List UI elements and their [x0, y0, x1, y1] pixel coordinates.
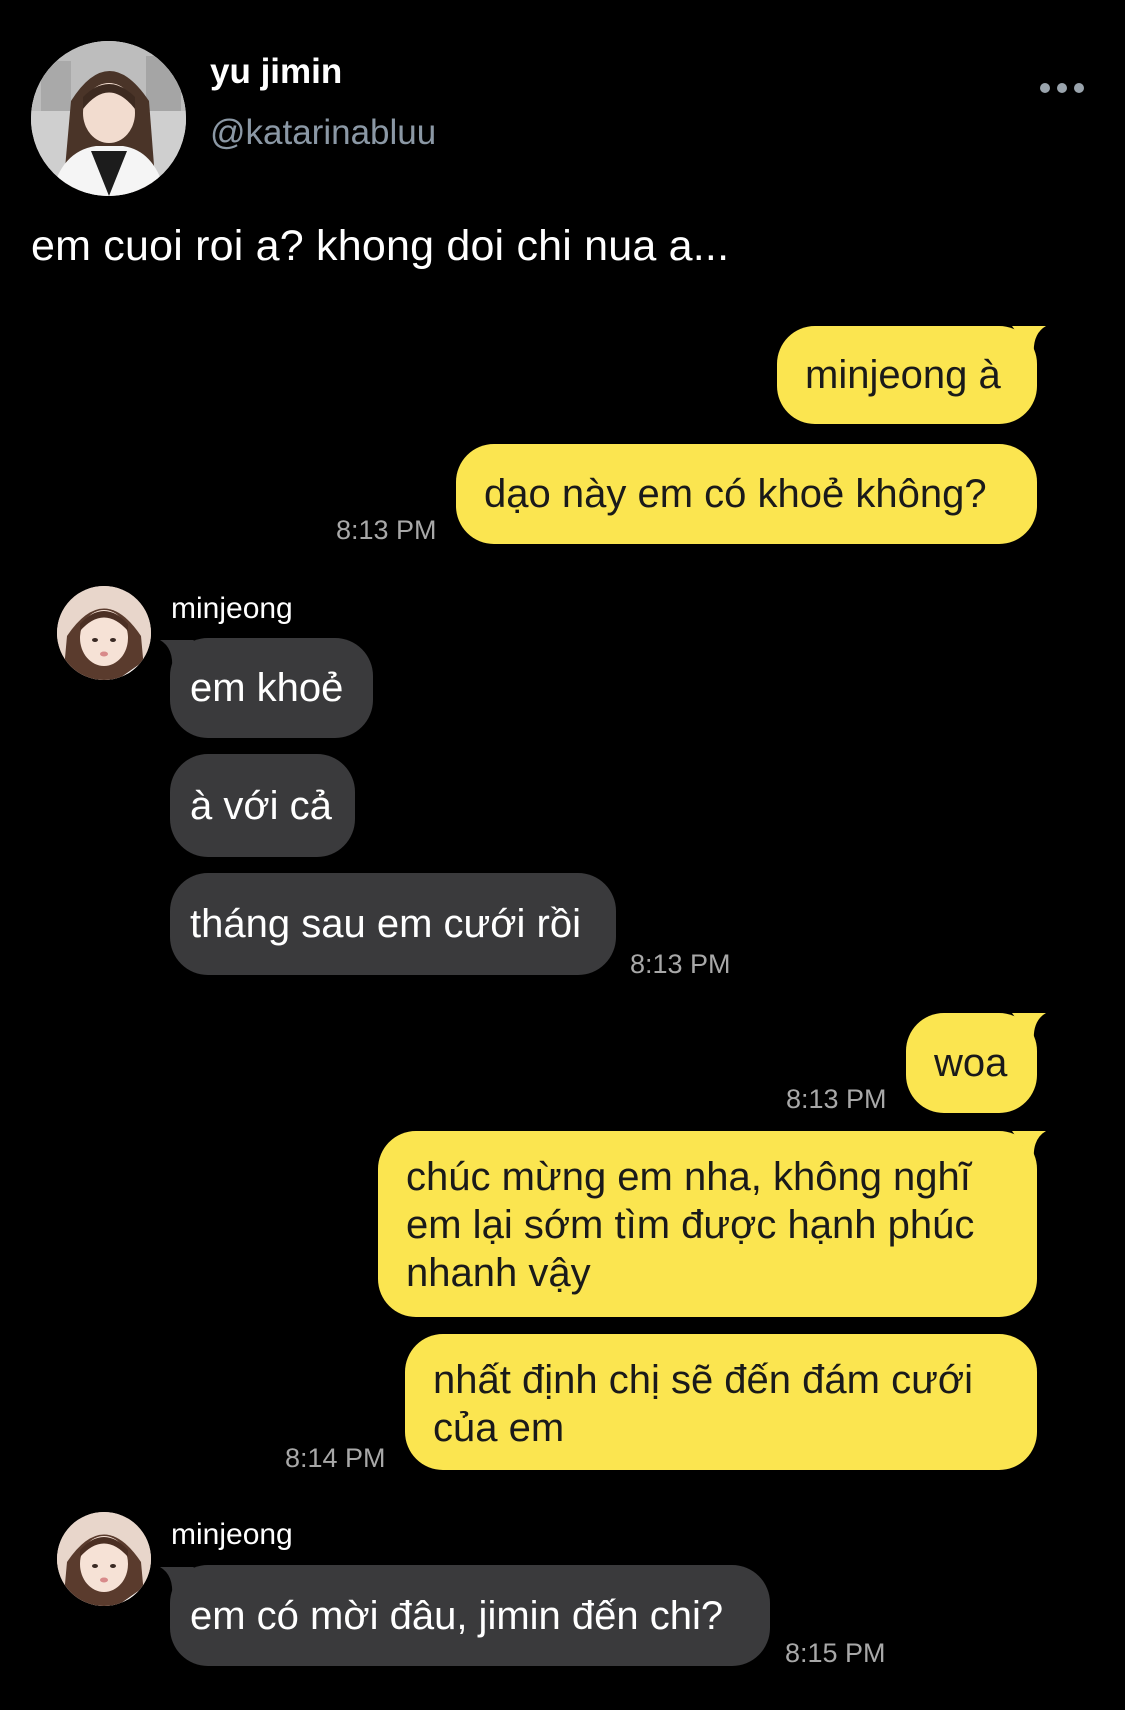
message-text: em khoẻ [190, 666, 344, 710]
message-bubble-incoming: tháng sau em cưới rồi [170, 873, 616, 975]
more-options-icon[interactable] [1040, 80, 1084, 96]
message-bubble-outgoing: dạo này em có khoẻ không? [456, 444, 1037, 544]
sender-photo [57, 1512, 151, 1606]
profile-avatar[interactable] [31, 41, 186, 196]
more-dot [1057, 83, 1067, 93]
message-timestamp: 8:13 PM [630, 949, 731, 979]
bubble-tail [1012, 326, 1046, 356]
message-line: nhất định chị sẽ đến đám cưới [433, 1358, 973, 1402]
message-bubble-outgoing: minjeong à [777, 326, 1037, 424]
message-text: à với cả [190, 783, 332, 828]
message-text: minjeong à [805, 353, 1001, 397]
bubble-tail [1012, 1131, 1046, 1161]
message-bubble-incoming: em khoẻ [170, 638, 373, 738]
bubble-tail [160, 640, 194, 670]
more-dot [1040, 83, 1050, 93]
sender-name: minjeong [171, 1518, 293, 1551]
message-timestamp: 8:15 PM [785, 1638, 886, 1668]
message-line: của em [433, 1406, 565, 1450]
sender-avatar [57, 586, 151, 680]
message-text: tháng sau em cưới rồi [190, 902, 581, 946]
message-line: em lại sớm tìm được hạnh phúc [406, 1203, 975, 1247]
message-text: dạo này em có khoẻ không? [484, 472, 987, 516]
sender-name: minjeong [171, 592, 293, 625]
profile-photo [31, 41, 186, 196]
message-bubble-outgoing: nhất định chị sẽ đến đám cưới của em [405, 1334, 1037, 1470]
message-text: woa [934, 1041, 1008, 1085]
message-bubble-incoming: à với cả [170, 754, 355, 857]
sender-photo [57, 586, 151, 680]
profile-handle[interactable]: @katarinabluu [210, 113, 436, 153]
bubble-tail [1012, 1013, 1046, 1043]
message-timestamp: 8:13 PM [786, 1084, 887, 1114]
message-bubble-incoming: em có mời đâu, jimin đến chi? [170, 1565, 770, 1666]
message-line: nhanh vậy [406, 1251, 591, 1295]
profile-display-name[interactable]: yu jimin [210, 52, 342, 92]
message-text: em có mời đâu, jimin đến chi? [190, 1593, 724, 1638]
tweet-text: em cuoi roi a? khong doi chi nua a... [31, 222, 730, 270]
sender-avatar [57, 1512, 151, 1606]
message-bubble-outgoing: chúc mừng em nha, không nghĩ em lại sớm … [378, 1131, 1037, 1317]
more-dot [1074, 83, 1084, 93]
message-timestamp: 8:14 PM [285, 1443, 386, 1473]
message-line: chúc mừng em nha, không nghĩ [406, 1155, 971, 1199]
bubble-tail [160, 1567, 194, 1597]
message-timestamp: 8:13 PM [336, 515, 437, 545]
